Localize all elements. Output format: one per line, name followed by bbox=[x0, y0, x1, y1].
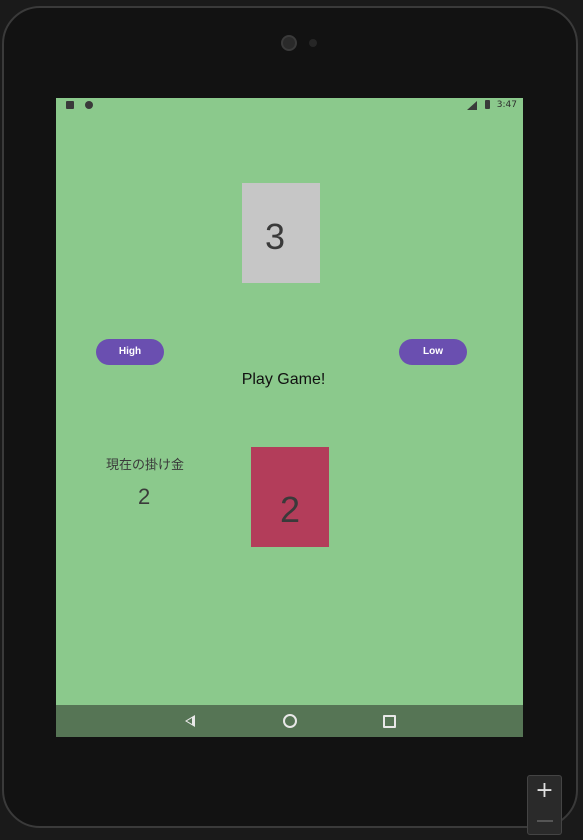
dealer-card-value: 3 bbox=[264, 216, 286, 257]
sd-card-icon bbox=[66, 101, 74, 109]
navigation-bar bbox=[56, 705, 523, 737]
zoom-out-button[interactable] bbox=[537, 820, 553, 822]
front-camera-icon bbox=[281, 35, 297, 51]
recent-apps-icon[interactable] bbox=[383, 715, 396, 728]
dealer-card: 3 bbox=[242, 183, 320, 283]
player-card: 2 bbox=[251, 447, 329, 547]
zoom-in-button[interactable]: + bbox=[528, 778, 561, 804]
android-debug-icon bbox=[85, 101, 93, 109]
sensor-icon bbox=[309, 39, 317, 47]
bet-value: 2 bbox=[138, 484, 151, 509]
game-status-label: Play Game! bbox=[241, 371, 326, 388]
player-card-value: 2 bbox=[279, 489, 301, 530]
back-icon[interactable] bbox=[185, 715, 195, 727]
low-button[interactable]: Low bbox=[399, 339, 467, 365]
status-bar: 3:47 bbox=[56, 98, 523, 113]
device-screen: 3:47 3 High Low Play Game! 現在の掛け金 2 2 bbox=[56, 98, 523, 737]
bet-label: 現在の掛け金 bbox=[106, 458, 185, 473]
status-time: 3:47 bbox=[496, 100, 517, 110]
signal-icon bbox=[467, 101, 477, 110]
emulator-zoom-panel: + bbox=[527, 775, 562, 835]
home-icon[interactable] bbox=[283, 714, 297, 728]
high-button[interactable]: High bbox=[96, 339, 164, 365]
battery-icon bbox=[485, 100, 490, 109]
